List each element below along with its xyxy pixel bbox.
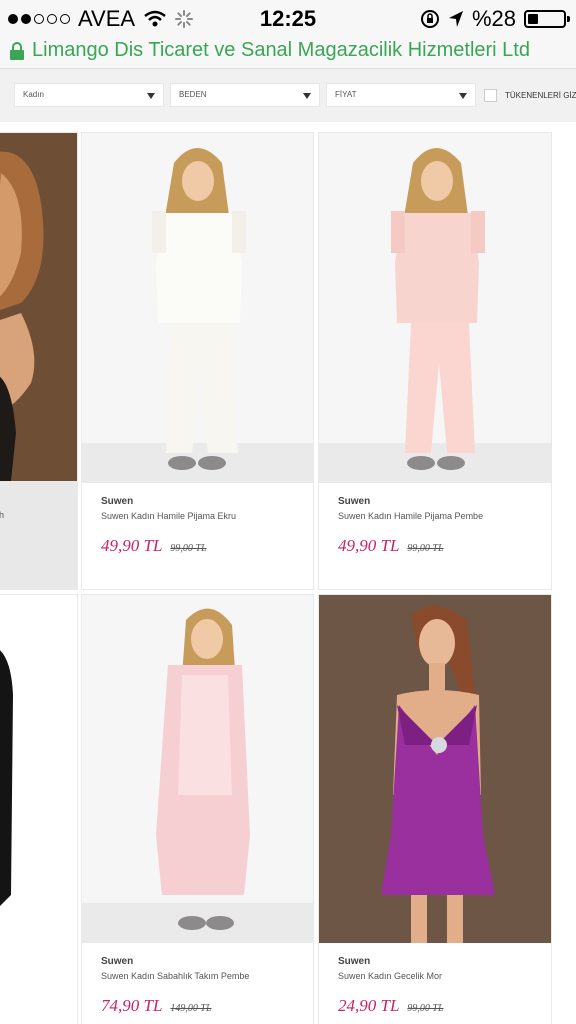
product-card[interactable]: Suwen Suwen Kadın Sabahlık Takım Pembe 7… — [81, 594, 314, 1024]
hide-sold-out-checkbox[interactable] — [484, 89, 497, 102]
old-price: 149,00 TL — [170, 1003, 212, 1014]
product-image — [319, 595, 551, 943]
gender-select-value: Kadın — [23, 90, 44, 99]
product-image — [319, 133, 551, 483]
chevron-down-icon — [303, 93, 311, 99]
product-brand: Suwen — [338, 956, 371, 967]
product-card[interactable]: h — [0, 132, 78, 590]
chevron-down-icon — [147, 93, 155, 99]
size-select-value: BEDEN — [179, 90, 207, 99]
status-bar: AVEA 12:25 %28 — [0, 0, 576, 36]
battery-icon — [524, 10, 570, 28]
product-grid: h Suwen Suwen Kadın Hamile Pijama Ekru 4… — [0, 122, 576, 1024]
product-price: 49,90 TL 99,00 TL — [101, 536, 207, 556]
product-card[interactable]: Suwen Suwen Kadın Gecelik Mor 24,90 TL 99… — [318, 594, 552, 1024]
product-image — [82, 133, 313, 483]
product-brand: Suwen — [101, 956, 134, 967]
product-image — [82, 595, 313, 943]
product-price: 24,90 TL 99,00 TL — [338, 996, 444, 1016]
product-price: 74,90 TL 149,00 TL — [101, 996, 212, 1016]
product-name: Suwen Kadın Sabahlık Takım Pembe — [101, 971, 250, 981]
battery-percent: %28 — [471, 6, 516, 31]
hide-sold-out-label: TÜKENENLERİ GİZL — [505, 91, 576, 100]
size-select[interactable]: BEDEN — [170, 83, 320, 107]
product-name: Suwen Kadın Hamile Pijama Pembe — [338, 511, 484, 521]
site-title[interactable]: Limango Dis Ticaret ve Sanal Magazacilik… — [32, 39, 530, 62]
product-brand: Suwen — [101, 496, 134, 507]
product-image — [0, 595, 77, 943]
status-right: %28 — [420, 6, 570, 32]
product-image — [0, 133, 77, 481]
old-price: 99,00 TL — [407, 543, 444, 554]
filter-bar: Kadın BEDEN FİYAT TÜKENENLERİ GİZL — [0, 72, 576, 122]
location-arrow-icon — [448, 11, 463, 27]
product-name: Suwen Kadın Gecelik Mor — [338, 971, 443, 981]
lock-icon — [10, 42, 24, 60]
current-price: 24,90 TL — [338, 996, 400, 1015]
current-price: 74,90 TL — [101, 996, 163, 1015]
price-select[interactable]: FİYAT — [326, 83, 476, 107]
current-price: 49,90 TL — [101, 536, 163, 555]
chevron-down-icon — [459, 93, 467, 99]
product-card[interactable]: Suwen Suwen Kadın Hamile Pijama Pembe 49… — [318, 132, 552, 590]
product-price: 49,90 TL 99,00 TL — [338, 536, 444, 556]
orientation-lock-icon — [420, 10, 439, 28]
product-card[interactable]: Suwen Suwen Kadın Hamile Pijama Ekru 49,… — [81, 132, 314, 590]
product-name: Suwen Kadın Hamile Pijama Ekru — [101, 511, 237, 521]
price-select-value: FİYAT — [335, 90, 357, 99]
product-brand: Suwen — [338, 496, 371, 507]
old-price: 99,00 TL — [170, 543, 207, 554]
product-card[interactable] — [0, 594, 78, 1024]
old-price: 99,00 TL — [407, 1003, 444, 1014]
address-bar[interactable]: Limango Dis Ticaret ve Sanal Magazacilik… — [0, 36, 576, 69]
product-name: h — [0, 510, 5, 520]
current-price: 49,90 TL — [338, 536, 400, 555]
gender-select[interactable]: Kadın — [14, 83, 164, 107]
